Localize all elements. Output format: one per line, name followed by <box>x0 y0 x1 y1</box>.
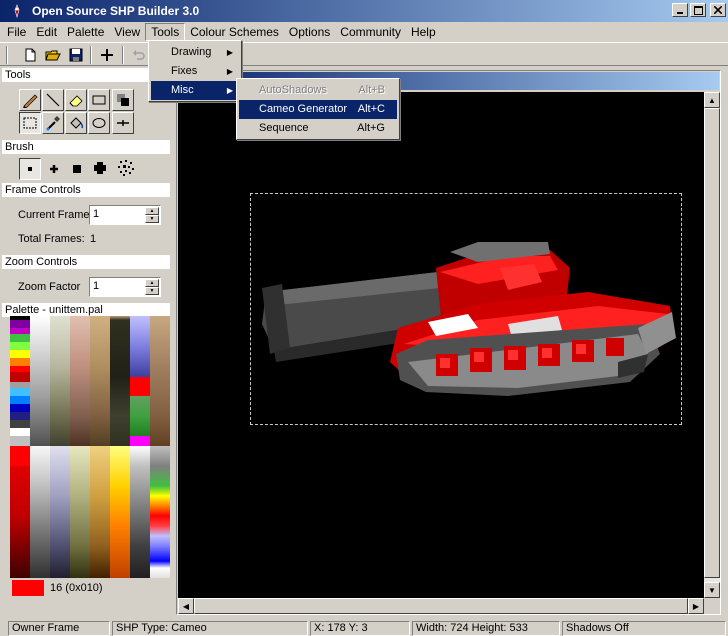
pencil-icon[interactable] <box>19 89 41 111</box>
menu-bar: File Edit Palette View Tools Colour Sche… <box>0 22 728 41</box>
title-bar[interactable]: Open Source SHP Builder 3.0 <box>0 0 728 22</box>
status-shp-type: SHP Type: Cameo <box>112 621 308 636</box>
vertical-scrollbar[interactable]: ▲ ▼ <box>704 92 720 598</box>
close-button[interactable] <box>710 3 726 17</box>
submenu-arrow-icon: ▶ <box>226 86 233 95</box>
zoom-controls-header: Zoom Controls <box>2 255 170 269</box>
brush-spray-icon[interactable] <box>116 158 136 178</box>
selected-color-label: 16 (0x010) <box>50 582 103 594</box>
current-frame-label: Current Frame <box>18 209 90 221</box>
status-owner-frame: Owner Frame <box>8 621 110 636</box>
zoom-factor-value: 1 <box>93 280 100 292</box>
selected-color-swatch <box>12 580 44 596</box>
brush-header: Brush <box>2 140 170 154</box>
brush-1px-icon[interactable] <box>19 158 41 180</box>
menu-item-label: Drawing <box>171 46 212 58</box>
menu-item-label: Misc <box>171 84 194 96</box>
spin-down-icon[interactable]: ▼ <box>145 215 159 223</box>
selection-rectangle[interactable] <box>250 193 682 425</box>
toolbar-separator <box>6 46 8 64</box>
status-coordinates: X: 178 Y: 3 <box>310 621 410 636</box>
menu-item-shortcut: Alt+B <box>358 84 385 96</box>
status-dimensions: Width: 724 Height: 533 <box>412 621 560 636</box>
menu-item-label: AutoShadows <box>259 84 327 96</box>
dark-shade-icon[interactable] <box>112 89 134 111</box>
status-shadows: Shadows Off <box>562 621 726 636</box>
menu-item-cameo-generator[interactable]: Cameo Generator Alt+C <box>239 100 397 119</box>
menu-file[interactable]: File <box>2 23 31 41</box>
spin-down-icon[interactable]: ▼ <box>145 287 159 295</box>
menu-item-sequence[interactable]: Sequence Alt+G <box>239 119 397 138</box>
menu-community[interactable]: Community <box>335 23 406 41</box>
scroll-up-icon[interactable]: ▲ <box>704 92 720 108</box>
save-icon[interactable] <box>66 45 86 65</box>
flood-fill-icon[interactable] <box>65 112 87 134</box>
total-frames-value: 1 <box>90 233 97 245</box>
menu-options[interactable]: Options <box>284 23 335 41</box>
main-toolbar <box>0 42 728 66</box>
minimize-button[interactable] <box>672 3 688 17</box>
toolbar-separator <box>122 46 124 64</box>
menu-view[interactable]: View <box>109 23 145 41</box>
tools-header: Tools <box>2 68 170 82</box>
toolbar-separator <box>90 46 92 64</box>
scroll-down-icon[interactable]: ▼ <box>704 582 720 598</box>
eyedropper-icon[interactable] <box>42 112 64 134</box>
submenu-arrow-icon: ▶ <box>226 67 233 76</box>
app-icon[interactable] <box>10 4 24 19</box>
open-folder-icon[interactable] <box>43 45 63 65</box>
spin-up-icon[interactable]: ▲ <box>145 207 159 215</box>
window-title: Open Source SHP Builder 3.0 <box>32 4 200 18</box>
add-frame-icon[interactable] <box>97 45 117 65</box>
horizontal-scroll-thumb[interactable] <box>194 598 688 614</box>
palette-header: Palette - unittem.pal <box>2 303 170 317</box>
brush-3px-icon[interactable] <box>45 160 63 178</box>
main-window: Open Source SHP Builder 3.0 File Edit Pa… <box>0 0 728 636</box>
menu-item-drawing[interactable]: Drawing ▶ <box>151 43 239 62</box>
move-icon[interactable] <box>112 112 134 134</box>
current-frame-value: 1 <box>93 208 100 220</box>
menu-tools[interactable]: Tools <box>145 22 186 41</box>
spin-up-icon[interactable]: ▲ <box>145 279 159 287</box>
menu-item-shortcut: Alt+G <box>357 122 385 134</box>
eraser-icon[interactable] <box>65 89 87 111</box>
menu-help[interactable]: Help <box>406 23 441 41</box>
submenu-arrow-icon: ▶ <box>226 48 233 57</box>
menu-colour-schemes[interactable]: Colour Schemes <box>185 23 284 41</box>
brush-round-icon[interactable] <box>91 159 109 177</box>
rectangle-icon[interactable] <box>88 89 110 111</box>
scroll-right-icon[interactable]: ▶ <box>688 598 704 614</box>
menu-item-label: Fixes <box>171 65 198 77</box>
menu-item-misc[interactable]: Misc ▶ <box>151 81 239 100</box>
menu-item-autoshadows[interactable]: AutoShadows Alt+B <box>239 81 397 100</box>
menu-item-label: Cameo Generator <box>259 103 348 115</box>
zoom-factor-spinbox[interactable]: 1 ▲ ▼ <box>89 277 161 297</box>
menu-edit[interactable]: Edit <box>31 23 62 41</box>
current-frame-spinbox[interactable]: 1 ▲ ▼ <box>89 205 161 225</box>
misc-submenu: AutoShadows Alt+B Cameo Generator Alt+C … <box>236 78 400 140</box>
undo-icon[interactable] <box>128 45 148 65</box>
brush-5px-icon[interactable] <box>68 160 86 178</box>
ellipse-icon[interactable] <box>88 112 110 134</box>
maximize-button[interactable] <box>690 3 706 17</box>
palette-grid[interactable] <box>10 316 170 578</box>
frame-controls-header: Frame Controls <box>2 183 170 197</box>
total-frames-label: Total Frames: <box>18 233 85 245</box>
menu-item-fixes[interactable]: Fixes ▶ <box>151 62 239 81</box>
line-icon[interactable] <box>42 89 64 111</box>
vertical-scroll-thumb[interactable] <box>704 108 720 578</box>
new-file-icon[interactable] <box>20 45 40 65</box>
scroll-left-icon[interactable]: ◀ <box>178 598 194 614</box>
menu-palette[interactable]: Palette <box>62 23 109 41</box>
select-rectangle-icon[interactable] <box>19 112 41 134</box>
horizontal-scrollbar[interactable]: ◀ ▶ <box>178 598 704 614</box>
menu-item-shortcut: Alt+C <box>357 103 385 115</box>
status-bar: Owner Frame SHP Type: Cameo X: 178 Y: 3 … <box>0 620 728 636</box>
zoom-factor-label: Zoom Factor <box>18 281 81 293</box>
tools-menu: Drawing ▶ Fixes ▶ Misc ▶ <box>148 40 242 102</box>
menu-item-label: Sequence <box>259 122 309 134</box>
